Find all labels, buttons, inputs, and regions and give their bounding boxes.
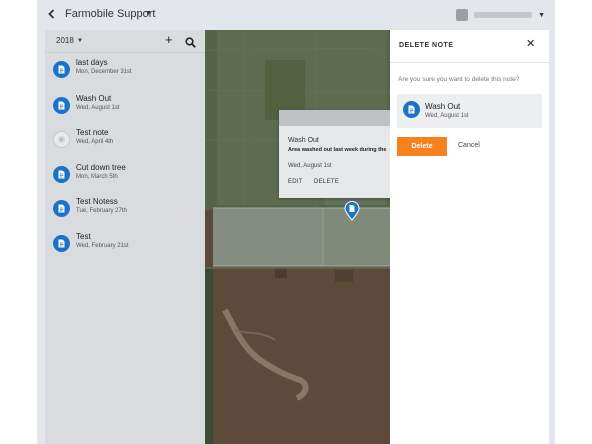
org-title[interactable]: Farmobile Support: [65, 8, 156, 20]
note-title: Wash Out: [76, 94, 112, 103]
panel-title: DELETE NOTE: [399, 42, 454, 49]
search-icon[interactable]: [185, 35, 196, 48]
image-thumbnail-icon: [53, 131, 70, 148]
popup-delete-button[interactable]: DELETE: [314, 179, 339, 185]
satellite-map[interactable]: [205, 30, 390, 444]
avatar: [456, 9, 469, 21]
note-date: Wed, April 4th: [76, 139, 114, 145]
document-icon: [53, 200, 70, 217]
note-list-item[interactable]: Test Notess Tue, February 27th: [45, 197, 205, 229]
sidebar-divider: [45, 52, 205, 53]
popup-title: Wash Out: [288, 137, 319, 144]
document-icon: [53, 97, 70, 114]
account-caret-icon: ▼: [538, 11, 545, 19]
card-note-date: Wed, August 1st: [425, 113, 469, 119]
org-dropdown-caret-icon[interactable]: ▼: [145, 10, 152, 17]
map-pin-icon[interactable]: [344, 201, 360, 221]
delete-note-panel: DELETE NOTE ✕ Are you sure you want to d…: [390, 30, 549, 444]
document-icon: [53, 166, 70, 183]
note-list-item[interactable]: Wash Out Wed, August 1st: [45, 94, 205, 126]
note-list-item[interactable]: last days Mon, December 31st: [45, 58, 205, 90]
note-title: Test Notess: [76, 197, 118, 206]
map-imagery: [205, 30, 390, 444]
note-list-item[interactable]: Cut down tree Mon, March 5th: [45, 163, 205, 195]
app-window: Farmobile Support ▼ ▼ 2018 ▼ + last days…: [37, 0, 555, 444]
card-note-title: Wash Out: [425, 102, 461, 111]
map-note-popup: Wash Out Area washed out last week durin…: [279, 110, 390, 198]
year-selector[interactable]: 2018: [56, 36, 74, 45]
top-bar: Farmobile Support ▼ ▼: [37, 0, 555, 30]
delete-confirm-question: Are you sure you want to delete this not…: [398, 76, 520, 83]
note-date: Tue, February 27th: [76, 208, 127, 214]
popup-body: Area washed out last week during the: [288, 147, 387, 153]
note-list-item[interactable]: Test note Wed, April 4th: [45, 128, 205, 160]
cancel-button[interactable]: Cancel: [458, 142, 480, 149]
note-date: Wed, August 1st: [76, 105, 120, 111]
note-list-item[interactable]: Test Wed, February 21st: [45, 232, 205, 264]
panel-divider: [390, 62, 549, 63]
sidebar-header: 2018 ▼ +: [45, 30, 205, 52]
close-icon[interactable]: ✕: [526, 39, 535, 50]
note-title: Test note: [76, 128, 109, 137]
note-date: Wed, February 21st: [76, 243, 129, 249]
note-date: Mon, March 5th: [76, 174, 118, 180]
note-preview-card: Wash Out Wed, August 1st: [397, 94, 542, 128]
document-icon: [53, 235, 70, 252]
year-caret-icon[interactable]: ▼: [77, 38, 83, 44]
account-menu[interactable]: ▼: [456, 8, 545, 22]
document-icon: [403, 101, 420, 118]
back-arrow-icon[interactable]: [46, 8, 58, 20]
popup-date: Wed, August 1st: [288, 163, 332, 169]
popup-header: [279, 110, 390, 126]
popup-edit-button[interactable]: EDIT: [288, 179, 303, 185]
add-note-button[interactable]: +: [165, 33, 173, 47]
document-icon: [53, 61, 70, 78]
note-date: Mon, December 31st: [76, 69, 132, 75]
notes-sidebar: 2018 ▼ + last days Mon, December 31st Wa…: [45, 30, 205, 444]
account-name-redacted: [474, 12, 533, 18]
delete-button[interactable]: Delete: [397, 137, 447, 156]
note-title: last days: [76, 58, 108, 67]
note-title: Test: [76, 232, 91, 241]
screenshot-frame: Farmobile Support ▼ ▼ 2018 ▼ + last days…: [0, 0, 592, 444]
note-title: Cut down tree: [76, 163, 126, 172]
